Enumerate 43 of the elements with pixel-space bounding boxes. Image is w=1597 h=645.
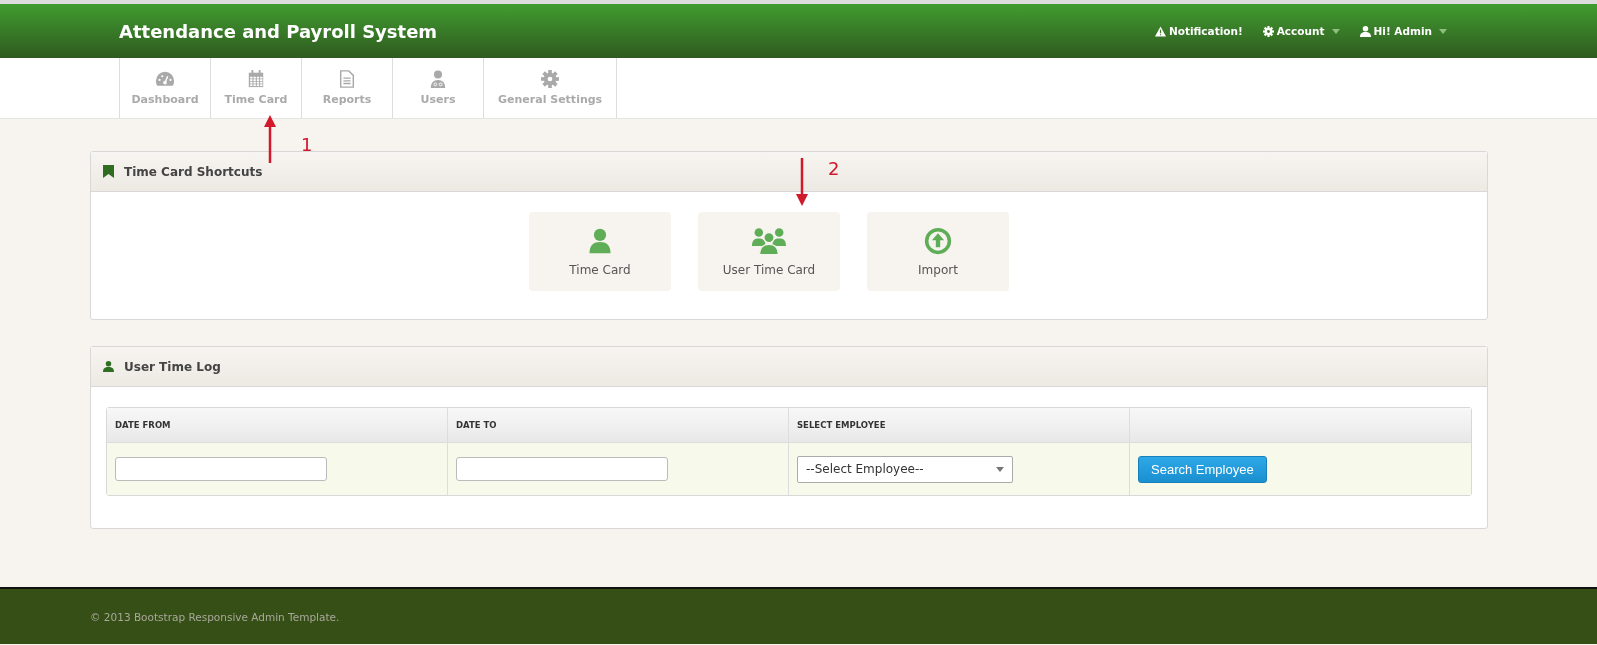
annotation-arrow — [263, 115, 277, 163]
header-link[interactable]: Notification! — [1154, 25, 1243, 37]
user-icon — [103, 360, 114, 373]
document-icon — [337, 70, 357, 88]
warning-icon — [1154, 25, 1166, 37]
caret-icon — [1331, 28, 1340, 34]
caret-icon — [1439, 28, 1447, 34]
caret-icon — [996, 466, 1004, 472]
shortcut-tile[interactable]: Import — [867, 212, 1009, 291]
gauge-icon — [155, 70, 175, 88]
annotation-number: 2 — [828, 158, 840, 179]
user-icon — [1359, 25, 1371, 37]
shortcut-label: Time Card — [569, 262, 631, 277]
user-icon — [428, 70, 448, 88]
nav-label: Reports — [322, 93, 372, 106]
column-header: DATE TO — [448, 408, 789, 443]
shortcut-tile[interactable]: Time Card — [529, 212, 671, 291]
column-header: SELECT EMPLOYEE — [789, 408, 1130, 443]
gear-icon — [540, 70, 561, 88]
app-title: Attendance and Payroll System — [119, 20, 439, 42]
nav-label: General Settings — [498, 93, 603, 106]
nav-label: Dashboard — [131, 93, 199, 106]
calendar-icon — [246, 70, 266, 88]
nav-label: Users — [420, 93, 456, 106]
header-link[interactable]: Hi! Admin — [1359, 25, 1447, 37]
header-link[interactable]: Account — [1262, 25, 1340, 37]
panel-title: Time Card Shortcuts — [124, 164, 263, 179]
footer-text: © 2013 Bootstrap Responsive Admin Template. — [90, 610, 340, 623]
shortcut-label: Import — [918, 262, 958, 277]
employee-select[interactable]: --Select Employee-- — [797, 455, 1013, 483]
date-from-field[interactable] — [115, 457, 327, 481]
nav-label: Time Card — [224, 93, 288, 106]
search-employee-button[interactable]: Search Employee — [1138, 455, 1267, 483]
bookmark-icon — [103, 165, 114, 178]
panel-title: User Time Log — [124, 359, 221, 374]
gear-icon — [1262, 25, 1274, 37]
annotation-number: 1 — [301, 134, 313, 155]
date-to-field[interactable] — [456, 457, 668, 481]
shortcut-tile[interactable]: User Time Card — [698, 212, 840, 291]
users-icon — [752, 226, 786, 255]
annotation-arrow — [795, 158, 809, 206]
column-header: DATE FROM — [107, 408, 448, 443]
shortcut-label: User Time Card — [722, 262, 816, 277]
